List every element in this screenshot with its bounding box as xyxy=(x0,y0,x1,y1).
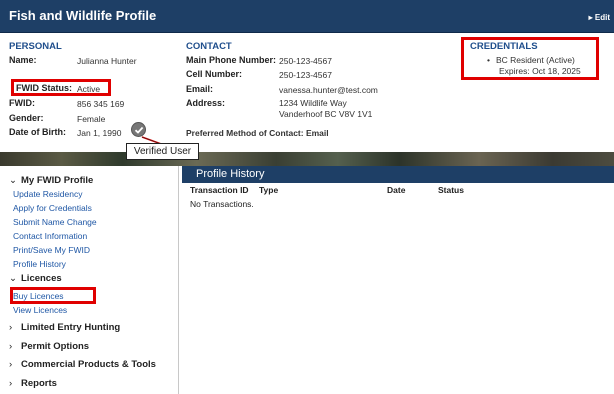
chevron-right-icon: › xyxy=(9,359,13,370)
page-title: Fish and Wildlife Profile xyxy=(9,8,157,23)
address-line-1: 1234 Wildlife Way xyxy=(279,98,347,108)
sidebar-divider xyxy=(178,166,179,394)
column-header-type: Type xyxy=(259,185,279,195)
column-header-transaction-id: Transaction ID xyxy=(190,185,249,195)
verified-badge-icon xyxy=(131,122,146,137)
cell-label: Cell Number: xyxy=(186,69,243,79)
sidebar-group-limited-entry-hunting[interactable]: › Limited Entry Hunting xyxy=(9,322,120,333)
preferred-contact: Preferred Method of Contact: Email xyxy=(186,128,329,138)
name-label: Name: xyxy=(9,55,37,65)
address-line-2: Vanderhoof BC V8V 1V1 xyxy=(279,109,373,119)
edit-link[interactable]: ▸ Edit xyxy=(589,13,610,22)
gender-label: Gender: xyxy=(9,113,44,123)
personal-section-title: PERSONAL xyxy=(9,41,62,52)
empty-transactions-text: No Transactions. xyxy=(190,199,254,209)
verified-user-callout: Verified User xyxy=(126,143,199,160)
main-phone-label: Main Phone Number: xyxy=(186,55,277,65)
sidebar-group-reports[interactable]: › Reports xyxy=(9,378,57,389)
sidebar-item-update-residency[interactable]: Update Residency xyxy=(13,189,82,199)
header-bar: Fish and Wildlife Profile ▸ Edit xyxy=(0,0,614,33)
sidebar-item-contact-information[interactable]: Contact Information xyxy=(13,231,87,241)
sidebar-item-buy-licences[interactable]: Buy Licences xyxy=(13,291,64,301)
cell-value: 250-123-4567 xyxy=(279,70,332,80)
sidebar-item-submit-name-change[interactable]: Submit Name Change xyxy=(13,217,97,227)
credential-bullet: • xyxy=(487,55,490,65)
email-value: vanessa.hunter@test.com xyxy=(279,85,378,95)
contact-section-title: CONTACT xyxy=(186,41,232,52)
chevron-right-icon: › xyxy=(9,322,13,333)
sidebar-group-my-fwid-profile[interactable]: ⌄ My FWID Profile xyxy=(9,175,93,186)
name-value: Julianna Hunter xyxy=(77,56,137,66)
chevron-right-icon: › xyxy=(9,378,13,389)
chevron-down-icon: ⌄ xyxy=(9,273,17,284)
sidebar-item-print-save-fwid[interactable]: Print/Save My FWID xyxy=(13,245,90,255)
fwid-label: FWID: xyxy=(9,98,35,108)
gender-value: Female xyxy=(77,114,106,124)
sidebar-group-licences[interactable]: ⌄ Licences xyxy=(9,273,62,284)
address-label: Address: xyxy=(186,98,226,108)
credential-expiry: Expires: Oct 18, 2025 xyxy=(499,66,581,76)
main-phone-value: 250-123-4567 xyxy=(279,56,332,66)
sidebar-group-permit-options[interactable]: › Permit Options xyxy=(9,341,89,352)
sidebar-item-apply-credentials[interactable]: Apply for Credentials xyxy=(13,203,92,213)
chevron-right-icon: › xyxy=(9,341,13,352)
sidebar-item-profile-history[interactable]: Profile History xyxy=(13,259,66,269)
credentials-section-title: CREDENTIALS xyxy=(470,41,538,52)
column-header-status: Status xyxy=(438,185,464,195)
dob-label: Date of Birth: xyxy=(9,127,66,137)
chevron-down-icon: ⌄ xyxy=(9,175,17,186)
profile-history-title: Profile History xyxy=(196,168,265,180)
sidebar-item-view-licences[interactable]: View Licences xyxy=(13,305,67,315)
fwid-value: 856 345 169 xyxy=(77,99,125,109)
wildlife-banner-image xyxy=(0,152,614,166)
email-label: Email: xyxy=(186,84,214,94)
credential-item: BC Resident (Active) xyxy=(496,55,575,65)
dob-value: Jan 1, 1990 xyxy=(77,128,122,138)
column-header-date: Date xyxy=(387,185,406,195)
fwid-status-highlight xyxy=(11,79,111,96)
sidebar-group-commercial-products[interactable]: › Commercial Products & Tools xyxy=(9,359,156,370)
